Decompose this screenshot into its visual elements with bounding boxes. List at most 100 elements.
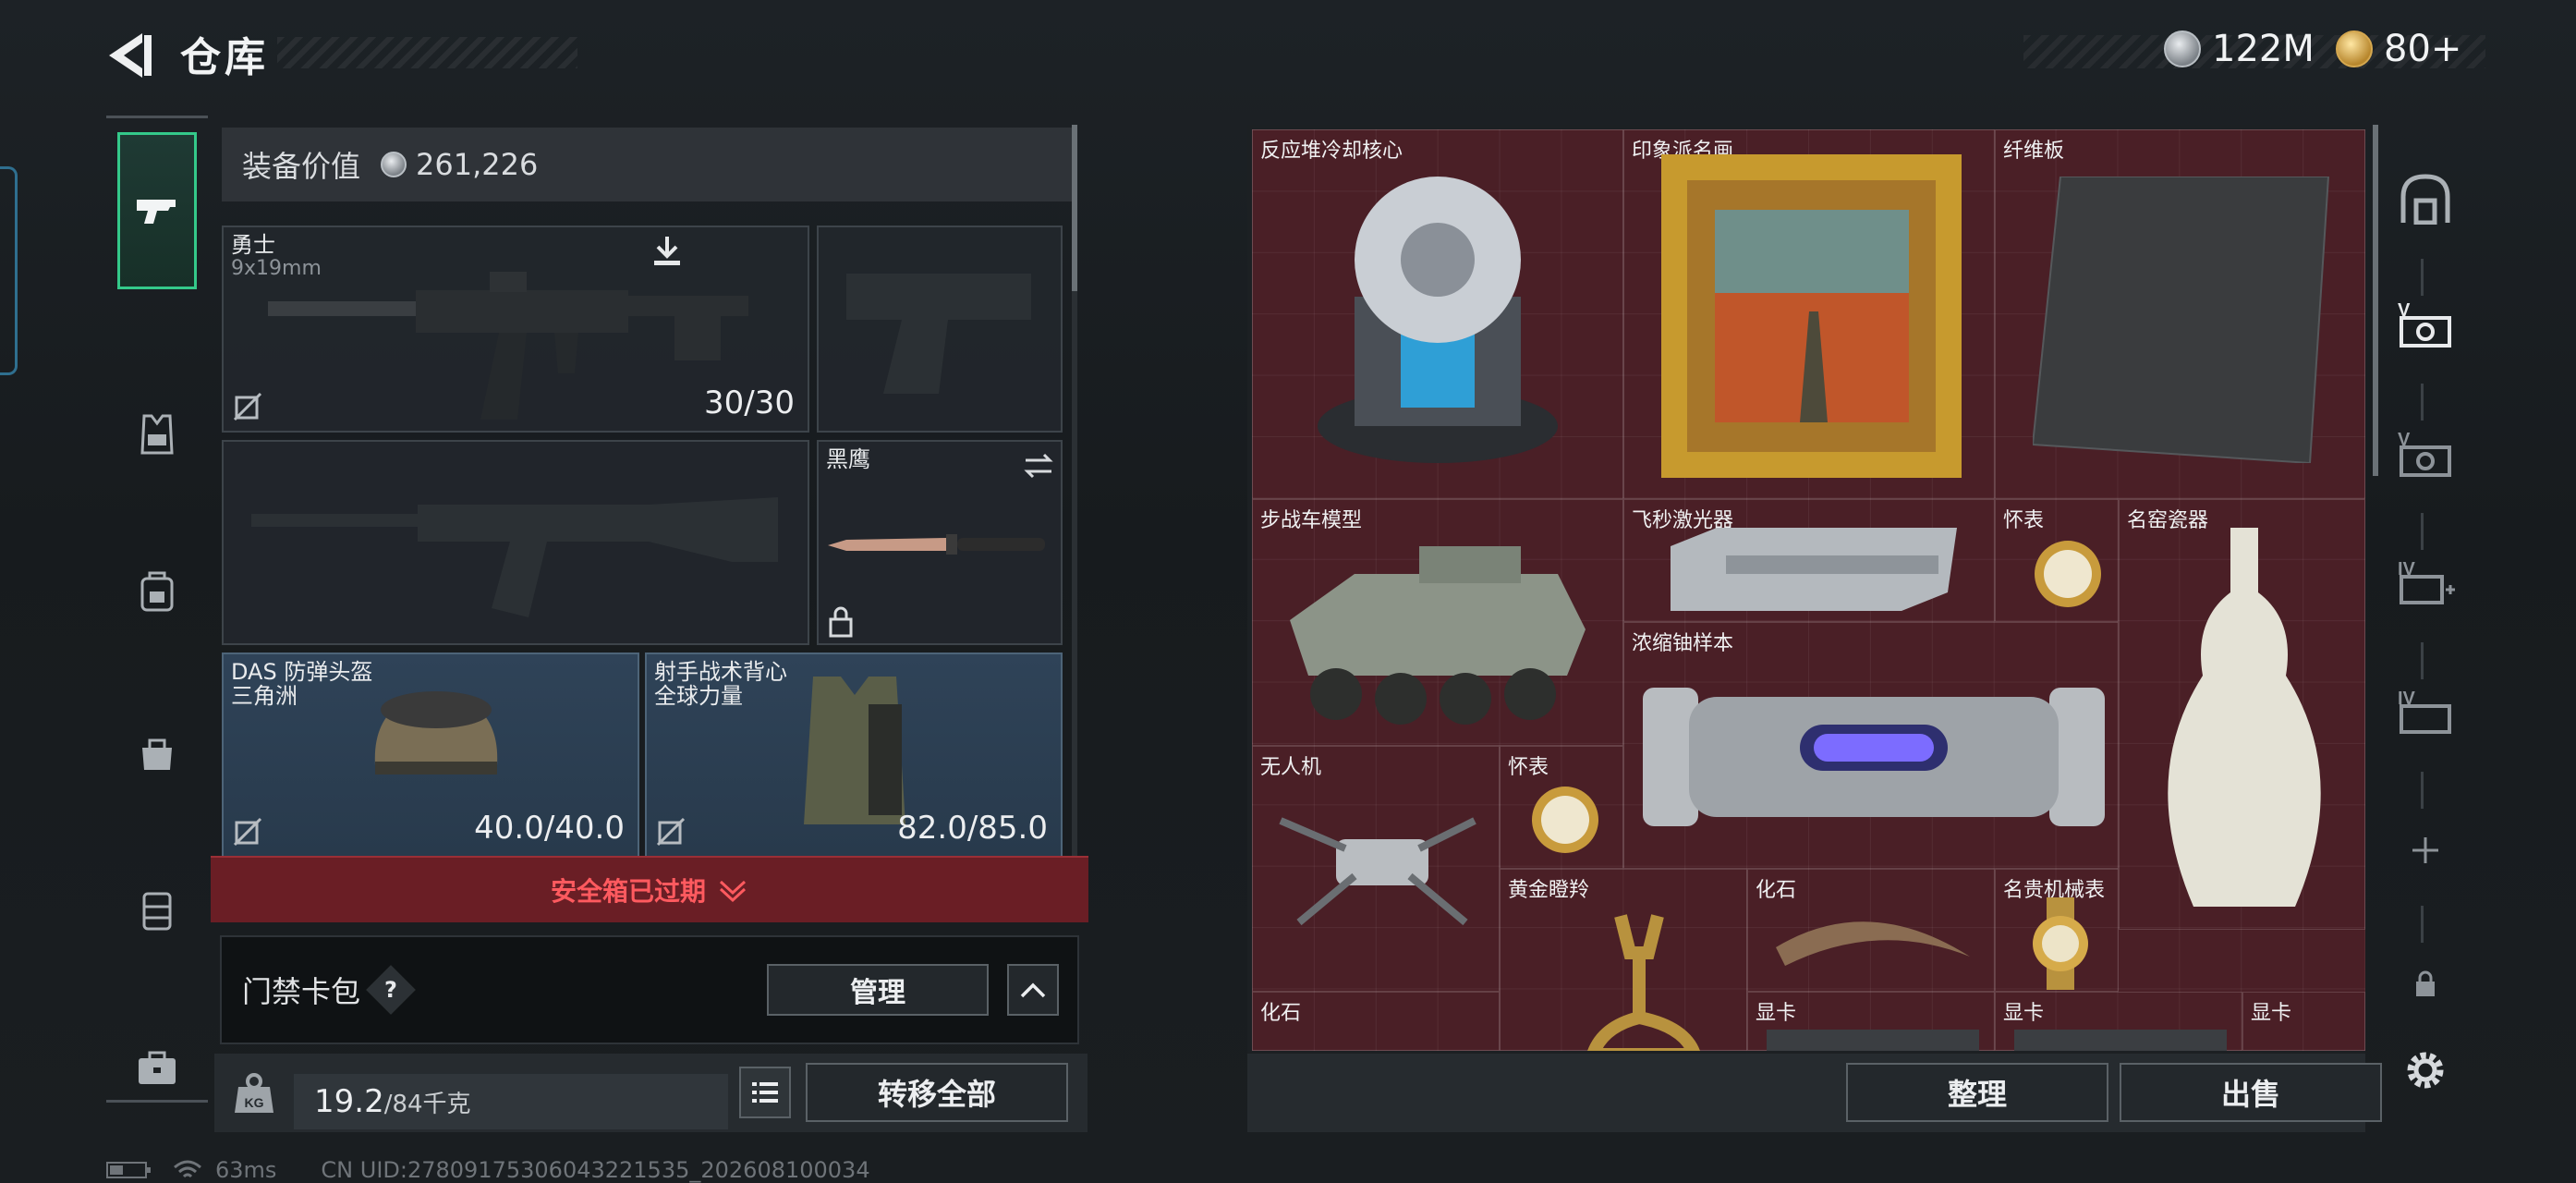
- tab-v-1[interactable]: V: [2388, 287, 2462, 360]
- safebox-expired-banner[interactable]: 安全箱已过期: [211, 856, 1088, 922]
- nav-case[interactable]: [106, 1017, 208, 1118]
- tab-v-2[interactable]: V: [2388, 416, 2462, 490]
- nav-armor-rig[interactable]: [106, 384, 208, 485]
- helmet-image: [374, 691, 498, 774]
- equipment-value-bar: 装备价值 261,226: [222, 128, 1072, 201]
- stash-item-drone[interactable]: 无人机: [1252, 746, 1500, 992]
- loadout-scroll-thumb[interactable]: [1072, 125, 1077, 291]
- item-label: 无人机: [1260, 756, 1322, 779]
- tab-v-icon: V: [2398, 300, 2451, 348]
- rifle-silhouette: [251, 497, 778, 617]
- pistol-icon: [137, 200, 176, 224]
- collapse-button[interactable]: [1007, 964, 1059, 1016]
- nav-divider-bottom: [106, 1100, 208, 1103]
- list-icon: [752, 1082, 778, 1103]
- item-label: 显卡: [2251, 1002, 2292, 1025]
- nav-backpack[interactable]: [106, 541, 208, 642]
- melee-slot[interactable]: 黑鹰: [817, 440, 1063, 645]
- sell-button[interactable]: 出售: [2120, 1063, 2382, 1122]
- transfer-all-label: 转移全部: [877, 1077, 996, 1112]
- transfer-all-button[interactable]: 转移全部: [806, 1063, 1068, 1122]
- stash-item-pocket-watch-2[interactable]: 怀表: [1500, 746, 1623, 869]
- drone-image: [1279, 817, 1476, 926]
- ifv-model-image: [1290, 546, 1586, 725]
- swap-icon[interactable]: [1022, 449, 1055, 482]
- gold-amount: 80+: [2384, 28, 2462, 70]
- item-label: 化石: [1260, 1002, 1302, 1025]
- stash-item-golden-gazelle[interactable]: 黄金瞪羚: [1500, 869, 1747, 1051]
- sort-button[interactable]: 整理: [1846, 1063, 2108, 1122]
- back-button[interactable]: [102, 28, 157, 83]
- lock-tab[interactable]: [2388, 947, 2462, 1021]
- weight-max: /84千克: [383, 1090, 471, 1118]
- stash-item-gpu-3[interactable]: 显卡: [2242, 992, 2365, 1051]
- armor-slot[interactable]: 射手战术背心 全球力量 82.0/85.0: [645, 652, 1063, 858]
- stash-item-femtosecond-laser[interactable]: 飞秒激光器: [1623, 499, 1995, 622]
- tab-v-icon: V: [2398, 430, 2451, 477]
- list-view-button[interactable]: [739, 1067, 791, 1118]
- tab-separator: [2421, 906, 2424, 943]
- nav-bag[interactable]: [106, 702, 208, 804]
- item-label: 浓缩铀样本: [1632, 632, 1734, 655]
- tab-iv-1[interactable]: IV: [2388, 545, 2462, 619]
- gear-icon: [2407, 1052, 2444, 1089]
- secondary-weapon-slot[interactable]: [817, 226, 1063, 433]
- stash-item-fossil[interactable]: 化石: [1747, 869, 1995, 992]
- helmet-slot[interactable]: DAS 防弹头盔 三角洲 40.0/40.0: [222, 652, 639, 858]
- battery-icon: [106, 1162, 151, 1178]
- helmet-durability: 40.0/40.0: [474, 810, 625, 847]
- tab-separator: [2421, 384, 2424, 421]
- silver-coin-icon: [2164, 30, 2201, 67]
- armor-durability: 82.0/85.0: [897, 810, 1048, 847]
- status-footer: 63ms CN UID:27809175306043221535_2026081…: [106, 1157, 870, 1183]
- item-label: 显卡: [2003, 1002, 2045, 1025]
- stash-item-gpu-1[interactable]: 显卡: [1747, 992, 1995, 1051]
- uranium-sample-image: [1643, 688, 2105, 826]
- add-tab-icon: [2412, 837, 2438, 863]
- ping-text: 63ms: [215, 1157, 277, 1183]
- lock-icon: [2416, 970, 2435, 996]
- stash-item-ifv-model[interactable]: 步战车模型: [1252, 499, 1623, 746]
- tab-main-stash[interactable]: [2388, 162, 2462, 236]
- left-nav: [106, 116, 208, 1104]
- backpack-icon: [140, 571, 174, 612]
- pocket-watch-image: [2035, 541, 2101, 607]
- add-tab-button[interactable]: [2388, 813, 2462, 887]
- stash-item-fiber-board[interactable]: 纤维板: [1995, 129, 2365, 499]
- pocket-watch-image: [1532, 787, 1598, 853]
- weight-icon: KG: [235, 1073, 273, 1113]
- rifle-slot[interactable]: [222, 440, 809, 645]
- help-icon[interactable]: ?: [366, 965, 416, 1015]
- golden-gazelle-image: [1587, 914, 1700, 1051]
- item-label: 黄金瞪羚: [1508, 879, 1590, 902]
- title-decoration: [277, 37, 577, 68]
- stash-item-luxury-watch[interactable]: 名贵机械表: [1995, 869, 2119, 992]
- weapon-ammo: 30/30: [704, 384, 795, 421]
- equipment-value: 261,226: [416, 147, 539, 182]
- gpu-image: [2014, 1030, 2227, 1051]
- tab-iv-2[interactable]: IV: [2388, 675, 2462, 749]
- settings-button[interactable]: [2388, 1033, 2462, 1107]
- nav-weapons[interactable]: [117, 132, 197, 289]
- container-icon: [142, 892, 172, 931]
- stash-item-uranium-sample[interactable]: 浓缩铀样本: [1623, 622, 2119, 869]
- stash-item-pocket-watch[interactable]: 怀表: [1995, 499, 2119, 622]
- tab-separator: [2421, 513, 2424, 550]
- safebox-expired-text: 安全箱已过期: [550, 876, 706, 907]
- gold-coin-icon: [2336, 30, 2373, 67]
- stash-item-painting[interactable]: 印象派名画: [1623, 129, 1995, 499]
- stash-tab-icon: [2400, 174, 2450, 225]
- nav-container[interactable]: [106, 860, 208, 961]
- armor-brand: 全球力量: [654, 683, 743, 709]
- stash-item-fossil-2[interactable]: 化石: [1252, 992, 1500, 1051]
- manage-button[interactable]: 管理: [767, 964, 989, 1016]
- helmet-brand: 三角洲: [231, 683, 298, 709]
- stash-item-reactor-core[interactable]: 反应堆冷却核心: [1252, 129, 1623, 499]
- stash-item-gpu-2[interactable]: 显卡: [1995, 992, 2242, 1051]
- primary-weapon-slot[interactable]: 勇士 9x19mm 30/30: [222, 226, 809, 433]
- stash-scrollbar[interactable]: [2373, 125, 2378, 476]
- help-mark: ?: [384, 976, 397, 1003]
- stash-item-porcelain[interactable]: 名窑瓷器: [2119, 499, 2365, 930]
- currency-gold[interactable]: 80+: [2336, 28, 2461, 70]
- no-insurance-icon: [656, 817, 686, 847]
